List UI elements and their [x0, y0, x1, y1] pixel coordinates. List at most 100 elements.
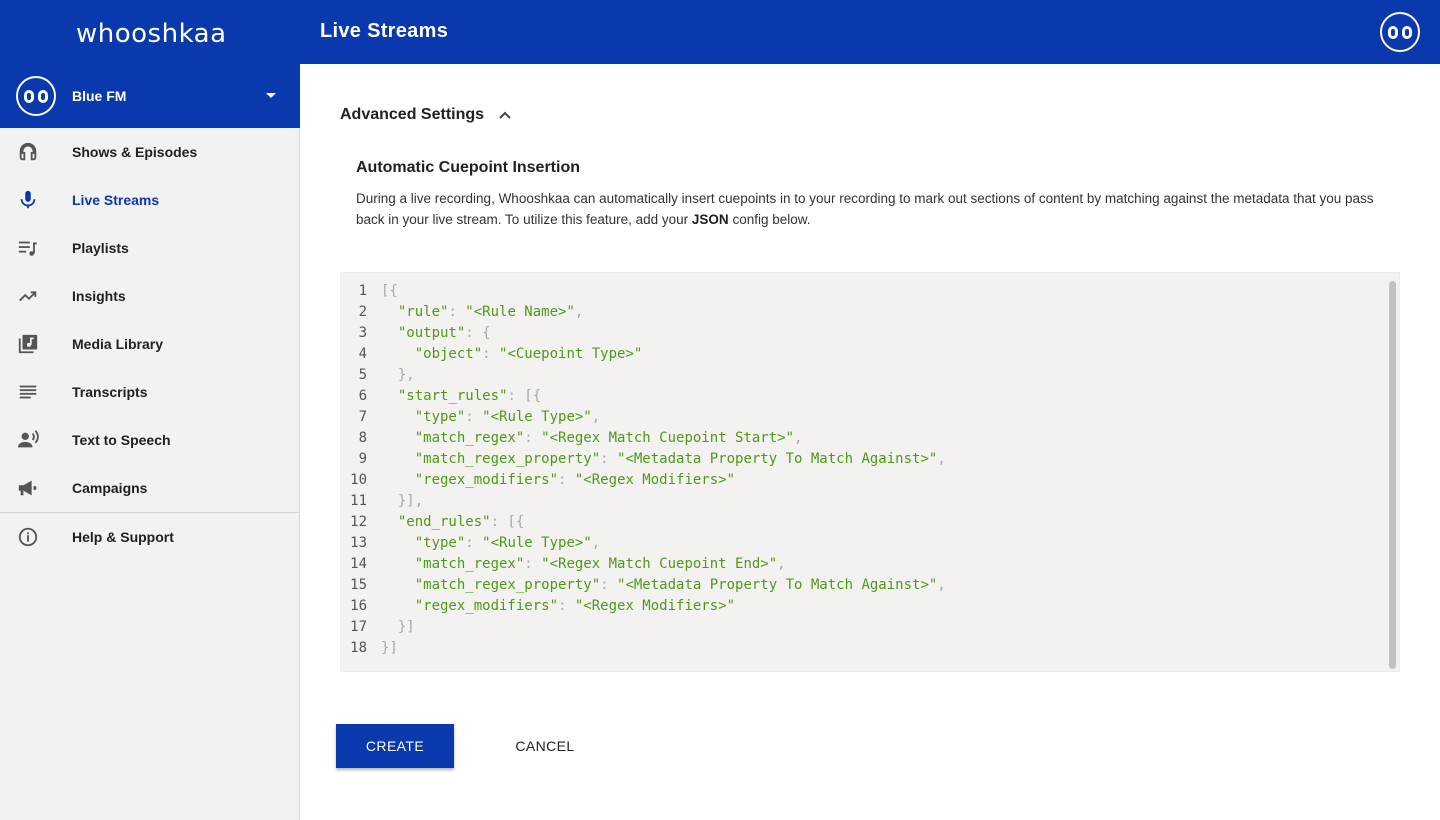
line-number: 7 [358, 409, 367, 425]
code-text: "type": "<Rule Type>", [414, 409, 601, 425]
sidebar-item-text-to-speech[interactable]: Text to Speech [0, 416, 299, 464]
line-number: 8 [358, 430, 367, 446]
line-number: 16 [350, 598, 367, 614]
description-text: During a live recording, Whooshkaa can a… [356, 191, 1374, 227]
code-text: [{ [381, 283, 398, 299]
line-number: 4 [358, 346, 367, 362]
create-button[interactable]: CREATE [336, 724, 454, 768]
code-line: 15 "match_regex_property": "<Metadata Pr… [341, 575, 1381, 596]
megaphone-icon [16, 476, 40, 500]
code-line: 14 "match_regex": "<Regex Match Cuepoint… [341, 554, 1381, 575]
top-app-bar: whooshkaa Live Streams [0, 0, 1440, 64]
code-line: 3 "output": { [341, 323, 1381, 344]
sidebar-nav: Shows & Episodes Live Streams Playlists … [0, 128, 299, 561]
code-line: 6 "start_rules": [{ [341, 386, 1381, 407]
sidebar-item-label: Shows & Episodes [72, 144, 198, 160]
sidebar-item-help-support[interactable]: Help & Support [0, 513, 299, 561]
code-text: "regex_modifiers": "<Regex Modifiers>" [414, 472, 736, 488]
code-line: 12 "end_rules": [{ [341, 512, 1381, 533]
code-text: }] [381, 619, 415, 635]
playlist-icon [16, 236, 40, 260]
caret-down-icon[interactable] [266, 93, 276, 98]
station-avatar [16, 76, 56, 116]
sidebar-item-media-library[interactable]: Media Library [0, 320, 299, 368]
whooshkaa-logo[interactable]: whooshkaa [76, 16, 226, 48]
line-number: 9 [358, 451, 367, 467]
section-title: Automatic Cuepoint Insertion [356, 159, 580, 176]
code-text: "type": "<Rule Type>", [414, 535, 601, 551]
code-line: 1 [{ [341, 281, 1381, 302]
sidebar-item-label: Help & Support [72, 529, 174, 545]
sidebar-item-label: Text to Speech [72, 432, 171, 448]
sidebar: Blue FM Shows & Episodes Live Streams Pl… [0, 64, 300, 820]
line-number: 5 [358, 367, 367, 383]
sidebar-item-label: Transcripts [72, 384, 148, 400]
line-number: 15 [350, 577, 367, 593]
headphones-avatar-icon [1388, 26, 1412, 39]
sidebar-item-shows-episodes[interactable]: Shows & Episodes [0, 128, 299, 176]
code-line: 17 }] [341, 617, 1381, 638]
code-line: 9 "match_regex_property": "<Metadata Pro… [341, 449, 1381, 470]
page-title: Live Streams [320, 20, 449, 42]
code-line: 5 }, [341, 365, 1381, 386]
advanced-settings-toggle[interactable]: Advanced Settings [340, 104, 512, 126]
code-text: "end_rules": [{ [397, 514, 525, 530]
sidebar-item-label: Live Streams [72, 192, 160, 208]
sidebar-item-playlists[interactable]: Playlists [0, 224, 299, 272]
headphones-avatar-icon [24, 90, 48, 103]
line-number: 1 [358, 283, 367, 299]
code-text: "match_regex": "<Regex Match Cuepoint St… [414, 430, 803, 446]
description-json-bold: JSON [691, 212, 729, 227]
sidebar-item-label: Playlists [72, 240, 129, 256]
chevron-up-icon [498, 108, 512, 122]
section-description: During a live recording, Whooshkaa can a… [356, 188, 1396, 230]
transcript-lines-icon [16, 380, 40, 404]
editor-scrollbar-thumb[interactable] [1389, 281, 1396, 669]
headphones-icon [16, 140, 40, 164]
microphone-icon [16, 188, 40, 212]
code-text: "output": { [397, 325, 491, 341]
code-line: 18}] [341, 638, 1381, 659]
station-name: Blue FM [72, 88, 127, 104]
sidebar-item-label: Media Library [72, 336, 164, 352]
line-number: 13 [350, 535, 367, 551]
sidebar-item-insights[interactable]: Insights [0, 272, 299, 320]
code-line: 11 }], [341, 491, 1381, 512]
code-line: 16 "regex_modifiers": "<Regex Modifiers>… [341, 596, 1381, 617]
code-text: "start_rules": [{ [397, 388, 542, 404]
code-line: 10 "regex_modifiers": "<Regex Modifiers>… [341, 470, 1381, 491]
cancel-button[interactable]: CANCEL [486, 724, 604, 768]
code-line: 8 "match_regex": "<Regex Match Cuepoint … [341, 428, 1381, 449]
line-number: 14 [350, 556, 367, 572]
line-number: 10 [350, 472, 367, 488]
code-line: 4 "object": "<Cuepoint Type>" [341, 344, 1381, 365]
json-code-editor[interactable]: 1[{2 "rule": "<Rule Name>", 3 "output": {… [340, 272, 1400, 672]
code-text: "match_regex_property": "<Metadata Prope… [414, 577, 946, 593]
code-line: 13 "type": "<Rule Type>", [341, 533, 1381, 554]
user-avatar[interactable] [1380, 12, 1420, 52]
advanced-settings-title: Advanced Settings [340, 106, 485, 123]
sidebar-item-campaigns[interactable]: Campaigns [0, 464, 299, 512]
code-text: }] [381, 640, 398, 656]
line-number: 3 [358, 325, 367, 341]
station-selector[interactable]: Blue FM [0, 64, 300, 128]
logo-wordmark-text: whooshkaa [76, 19, 226, 48]
line-number: 6 [358, 388, 367, 404]
code-line: 2 "rule": "<Rule Name>", [341, 302, 1381, 323]
line-number: 12 [350, 514, 367, 530]
code-lines: 1[{2 "rule": "<Rule Name>", 3 "output": {… [341, 281, 1381, 659]
code-line: 7 "type": "<Rule Type>", [341, 407, 1381, 428]
trending-up-icon [16, 284, 40, 308]
sidebar-item-live-streams[interactable]: Live Streams [0, 176, 299, 224]
sidebar-item-label: Insights [72, 288, 126, 304]
code-text: "regex_modifiers": "<Regex Modifiers>" [414, 598, 736, 614]
sidebar-item-label: Campaigns [72, 480, 148, 496]
code-text: }], [381, 493, 424, 509]
info-icon [16, 525, 40, 549]
sidebar-item-transcripts[interactable]: Transcripts [0, 368, 299, 416]
logo-wordmark-icon: whooshkaa [76, 19, 226, 48]
line-number: 11 [350, 493, 367, 509]
speaking-person-icon [16, 428, 40, 452]
code-text: "match_regex_property": "<Metadata Prope… [414, 451, 946, 467]
line-number: 18 [350, 640, 367, 656]
